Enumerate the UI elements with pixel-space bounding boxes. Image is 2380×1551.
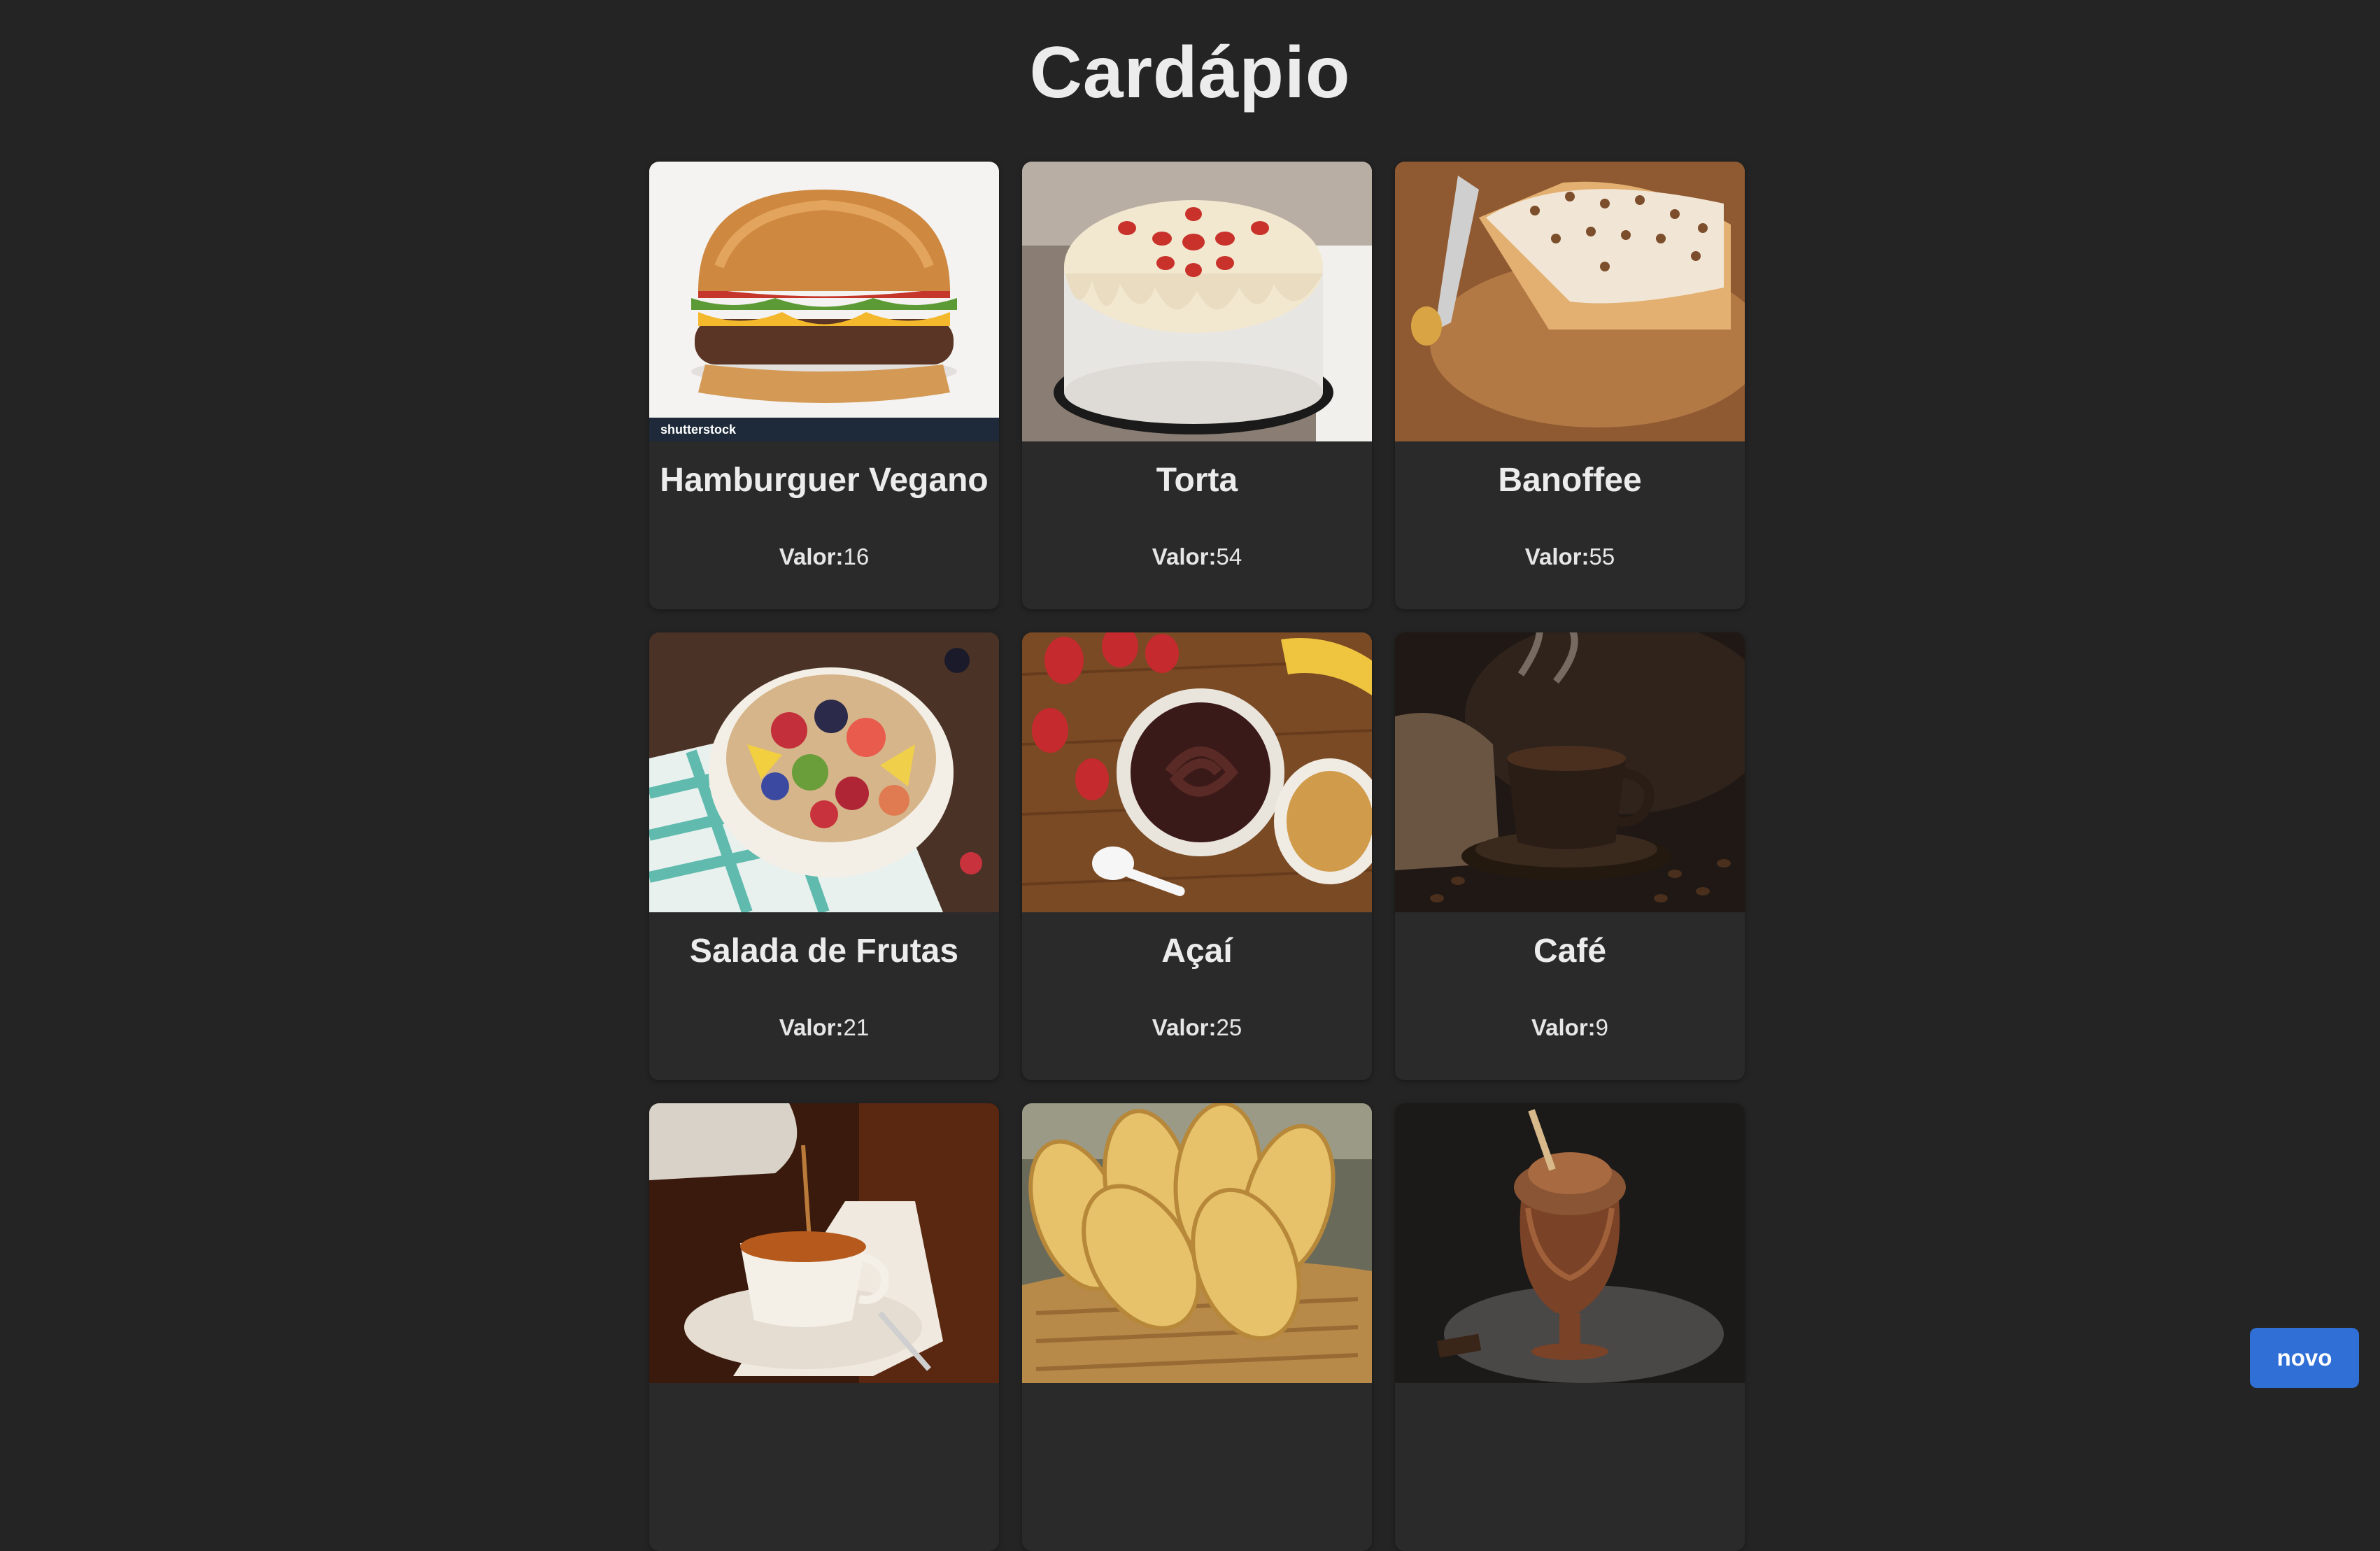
price-label: Valor: [1531,1014,1596,1040]
watermark-label: shutterstock [649,418,999,441]
price-value: 25 [1216,1014,1242,1040]
new-item-button[interactable]: novo [2250,1328,2359,1388]
price-label: Valor: [1152,544,1217,569]
item-name: Salada de Frutas [689,933,959,970]
chocolate-drink-image [1395,1103,1745,1383]
price-label: Valor: [1152,1014,1217,1040]
item-name: Torta [1156,462,1238,499]
menu-card-tea[interactable] [649,1103,999,1551]
menu-card-garlic-bread[interactable] [1022,1103,1372,1551]
menu-card-cafe[interactable]: Café Valor:9 [1395,632,1745,1080]
cake-image [1022,162,1372,441]
coffee-cup-image [1395,632,1745,912]
item-price: Valor:55 [1395,544,1745,570]
menu-card-acai[interactable]: Açaí Valor:25 [1022,632,1372,1080]
price-label: Valor: [779,544,844,569]
menu-card-banoffee[interactable]: Banoffee Valor:55 [1395,162,1745,609]
burger-image: shutterstock [649,162,999,441]
item-name: Hamburguer Vegano [660,462,989,499]
menu-card-torta[interactable]: Torta Valor:54 [1022,162,1372,609]
item-price: Valor:16 [649,544,999,570]
menu-grid: shutterstock Hamburguer Vegano Valor:16 [649,162,1745,1551]
item-price: Valor:54 [1022,544,1372,570]
price-value: 55 [1589,544,1615,569]
item-name [1395,1383,1745,1461]
price-value: 16 [843,544,870,569]
price-value: 21 [843,1014,870,1040]
fruit-salad-image [649,632,999,912]
item-name [1022,1383,1372,1461]
item-price: Valor:25 [1022,1014,1372,1041]
menu-card-chocolate-drink[interactable] [1395,1103,1745,1551]
item-name [649,1383,999,1461]
garlic-bread-image [1022,1103,1372,1383]
price-value: 9 [1595,1014,1609,1040]
menu-card-salada-de-frutas[interactable]: Salada de Frutas Valor:21 [649,632,999,1080]
price-label: Valor: [779,1014,844,1040]
banoffee-pie-image [1395,162,1745,441]
item-name: Banoffee [1498,462,1642,499]
price-label: Valor: [1524,544,1589,569]
price-value: 54 [1216,544,1242,569]
menu-card-hamburguer-vegano[interactable]: shutterstock Hamburguer Vegano Valor:16 [649,162,999,609]
acai-bowl-image [1022,632,1372,912]
tea-cup-image [649,1103,999,1383]
item-name: Açaí [1161,933,1233,970]
item-name: Café [1533,933,1607,970]
page-title: Cardápio [1029,32,1351,113]
item-price: Valor:21 [649,1014,999,1041]
item-price: Valor:9 [1395,1014,1745,1041]
